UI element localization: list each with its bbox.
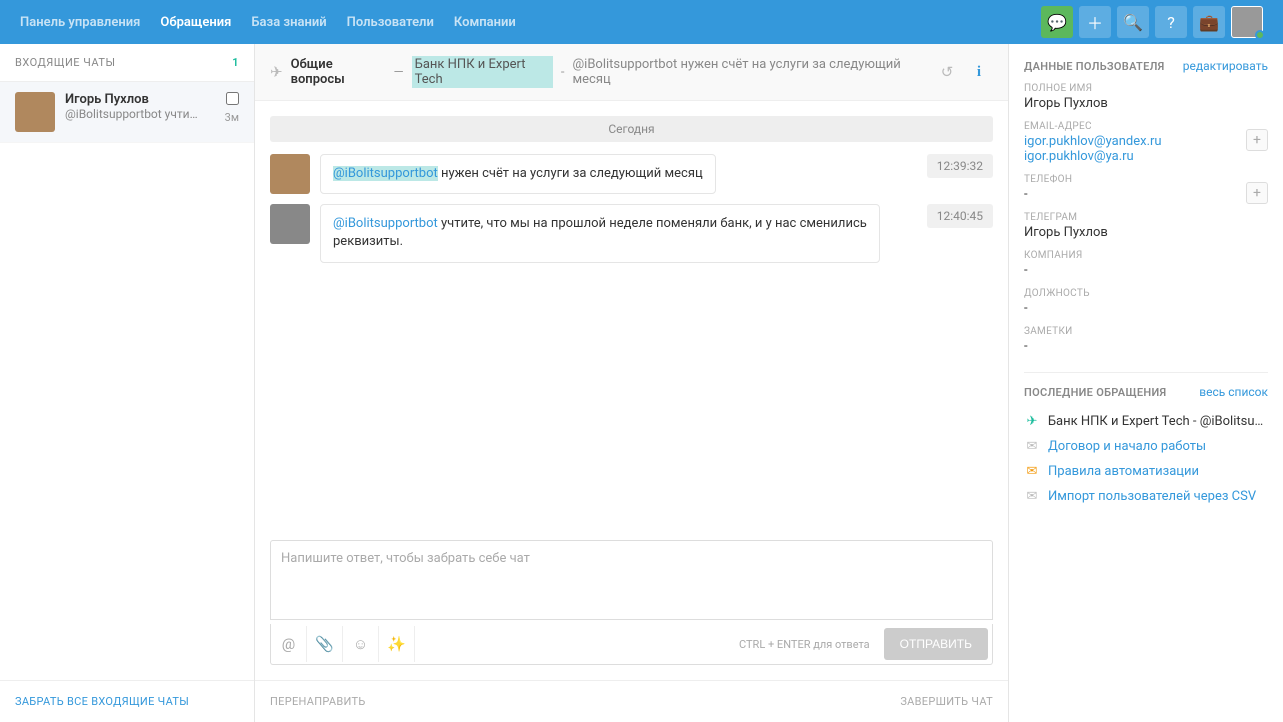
compose-area: @ 📎 ☺ ✨ CTRL + ENTER для ответа ОТПРАВИТ…	[255, 525, 1008, 680]
company-value: -	[1024, 263, 1268, 278]
recent-link[interactable]: Правила автоматизации	[1048, 464, 1199, 479]
nav-companies[interactable]: Компании	[454, 3, 516, 42]
mail-icon: ✉	[1024, 439, 1040, 454]
date-separator: Сегодня	[270, 116, 993, 142]
compose-toolbar: @ 📎 ☺ ✨ CTRL + ENTER для ответа ОТПРАВИТ…	[270, 624, 993, 665]
mail-icon: ✉	[1024, 489, 1040, 504]
add-phone-button[interactable]: +	[1246, 182, 1268, 204]
recent-item[interactable]: ✈ Банк НПК и Expert Tech - @iBolitsup…	[1024, 409, 1268, 434]
attach-icon[interactable]: 📎	[307, 626, 343, 662]
telegram-label: ТЕЛЕГРАМ	[1024, 212, 1268, 223]
avatar	[15, 92, 55, 132]
dash: —	[393, 65, 403, 80]
phone-label: ТЕЛЕФОН	[1024, 174, 1268, 185]
shortcut-hint: CTRL + ENTER для ответа	[729, 638, 880, 651]
message-time: 12:39:32	[927, 154, 993, 178]
mention: @iBolitsupportbot	[333, 216, 438, 231]
chat-name: Игорь Пухлов	[65, 92, 215, 107]
sidebar-header: ВХОДЯЩИЕ ЧАТЫ 1	[0, 44, 254, 82]
send-icon: ✈	[270, 63, 283, 81]
telegram-value: Игорь Пухлов	[1024, 225, 1268, 240]
email-link[interactable]: igor.pukhlov@yandex.ru	[1024, 134, 1268, 149]
company-tag: Банк НПК и Expert Tech	[412, 56, 553, 88]
top-nav: Панель управления Обращения База знаний …	[20, 3, 1041, 42]
user-panel-title: ДАННЫЕ ПОЛЬЗОВАТЕЛЯ	[1024, 60, 1165, 73]
top-navbar: Панель управления Обращения База знаний …	[0, 0, 1283, 44]
mail-icon: ✉	[1024, 464, 1040, 479]
top-actions: 💬 ＋ 🔍 ? 💼	[1041, 6, 1263, 38]
message-time: 12:40:45	[927, 204, 993, 228]
chat-sidebar: ВХОДЯЩИЕ ЧАТЫ 1 Игорь Пухлов @iBolitsupp…	[0, 44, 255, 722]
recent-text: Банк НПК и Expert Tech - @iBolitsup…	[1048, 414, 1268, 429]
fullname-value: Игорь Пухлов	[1024, 96, 1268, 111]
send-icon: ✈	[1024, 414, 1040, 429]
mention: @iBolitsupportbot	[333, 166, 438, 181]
position-label: ДОЛЖНОСТЬ	[1024, 288, 1268, 299]
avatar	[270, 154, 310, 194]
user-panel: ДАННЫЕ ПОЛЬЗОВАТЕЛЯ редактировать ПОЛНОЕ…	[1008, 44, 1283, 722]
take-all-chats-button[interactable]: ЗАБРАТЬ ВСЕ ВХОДЯЩИЕ ЧАТЫ	[0, 680, 254, 722]
recent-item[interactable]: ✉ Правила автоматизации	[1024, 459, 1268, 484]
all-list-button[interactable]: весь список	[1199, 385, 1268, 399]
redirect-button[interactable]: ПЕРЕНАПРАВИТЬ	[270, 695, 366, 708]
plus-icon[interactable]: ＋	[1079, 6, 1111, 38]
avatar	[270, 204, 310, 244]
recent-link[interactable]: Договор и начало работы	[1048, 439, 1206, 454]
position-value: -	[1024, 301, 1268, 316]
chat-icon[interactable]: 💬	[1041, 6, 1073, 38]
sidebar-title: ВХОДЯЩИЕ ЧАТЫ	[15, 56, 115, 69]
mention-icon[interactable]: @	[271, 626, 307, 662]
conversation-header: ✈ Общие вопросы — Банк НПК и Expert Tech…	[255, 44, 1008, 101]
conversation: Сегодня @iBolitsupportbot нужен счёт на …	[255, 101, 1008, 525]
notes-label: ЗАМЕТКИ	[1024, 326, 1268, 337]
send-button[interactable]: ОТПРАВИТЬ	[884, 628, 988, 660]
main-area: ✈ Общие вопросы — Банк НПК и Expert Tech…	[255, 44, 1008, 722]
phone-value: -	[1024, 187, 1268, 202]
briefcase-icon[interactable]: 💼	[1193, 6, 1225, 38]
magic-icon[interactable]: ✨	[379, 626, 415, 662]
user-avatar[interactable]	[1231, 6, 1263, 38]
nav-users[interactable]: Пользователи	[347, 3, 434, 42]
sidebar-count: 1	[232, 56, 239, 69]
emoji-icon[interactable]: ☺	[343, 626, 379, 662]
nav-dashboard[interactable]: Панель управления	[20, 3, 140, 42]
notes-value: -	[1024, 339, 1268, 354]
chat-list-item[interactable]: Игорь Пухлов @iBolitsupportbot учти… 3м	[0, 82, 254, 143]
recent-link[interactable]: Импорт пользователей через CSV	[1048, 489, 1256, 504]
help-icon[interactable]: ?	[1155, 6, 1187, 38]
sep: -	[561, 65, 565, 80]
chat-checkbox[interactable]	[226, 92, 239, 105]
subject: @iBolitsupportbot нужен счёт на услуги з…	[572, 57, 925, 87]
reply-input[interactable]	[270, 540, 993, 620]
recent-item[interactable]: ✉ Импорт пользователей через CSV	[1024, 484, 1268, 509]
search-icon[interactable]: 🔍	[1117, 6, 1149, 38]
message-text: нужен счёт на услуги за следующий месяц	[438, 166, 703, 181]
recent-title: ПОСЛЕДНИЕ ОБРАЩЕНИЯ	[1024, 386, 1166, 399]
company-label: КОМПАНИЯ	[1024, 250, 1268, 261]
message-row: @iBolitsupportbot учтите, что мы на прош…	[270, 204, 993, 262]
recent-item[interactable]: ✉ Договор и начало работы	[1024, 434, 1268, 459]
message-row: @iBolitsupportbot нужен счёт на услуги з…	[270, 154, 993, 194]
chat-snippet: @iBolitsupportbot учти…	[65, 107, 215, 121]
chat-time: 3м	[225, 111, 239, 124]
nav-knowledge[interactable]: База знаний	[251, 3, 326, 42]
nav-tickets[interactable]: Обращения	[160, 3, 231, 42]
message-bubble: @iBolitsupportbot нужен счёт на услуги з…	[320, 154, 716, 194]
category-label: Общие вопросы	[291, 57, 386, 87]
status-online-icon	[1255, 30, 1265, 40]
history-icon[interactable]: ↺	[933, 58, 961, 86]
email-link[interactable]: igor.pukhlov@ya.ru	[1024, 149, 1268, 164]
email-label: EMAIL-АДРЕС	[1024, 121, 1268, 132]
info-icon[interactable]: i	[965, 58, 993, 86]
fullname-label: ПОЛНОЕ ИМЯ	[1024, 83, 1268, 94]
edit-user-button[interactable]: редактировать	[1183, 59, 1268, 73]
main-footer: ПЕРЕНАПРАВИТЬ ЗАВЕРШИТЬ ЧАТ	[255, 680, 1008, 722]
close-chat-button[interactable]: ЗАВЕРШИТЬ ЧАТ	[900, 695, 993, 708]
message-bubble: @iBolitsupportbot учтите, что мы на прош…	[320, 204, 880, 262]
add-email-button[interactable]: +	[1246, 129, 1268, 151]
